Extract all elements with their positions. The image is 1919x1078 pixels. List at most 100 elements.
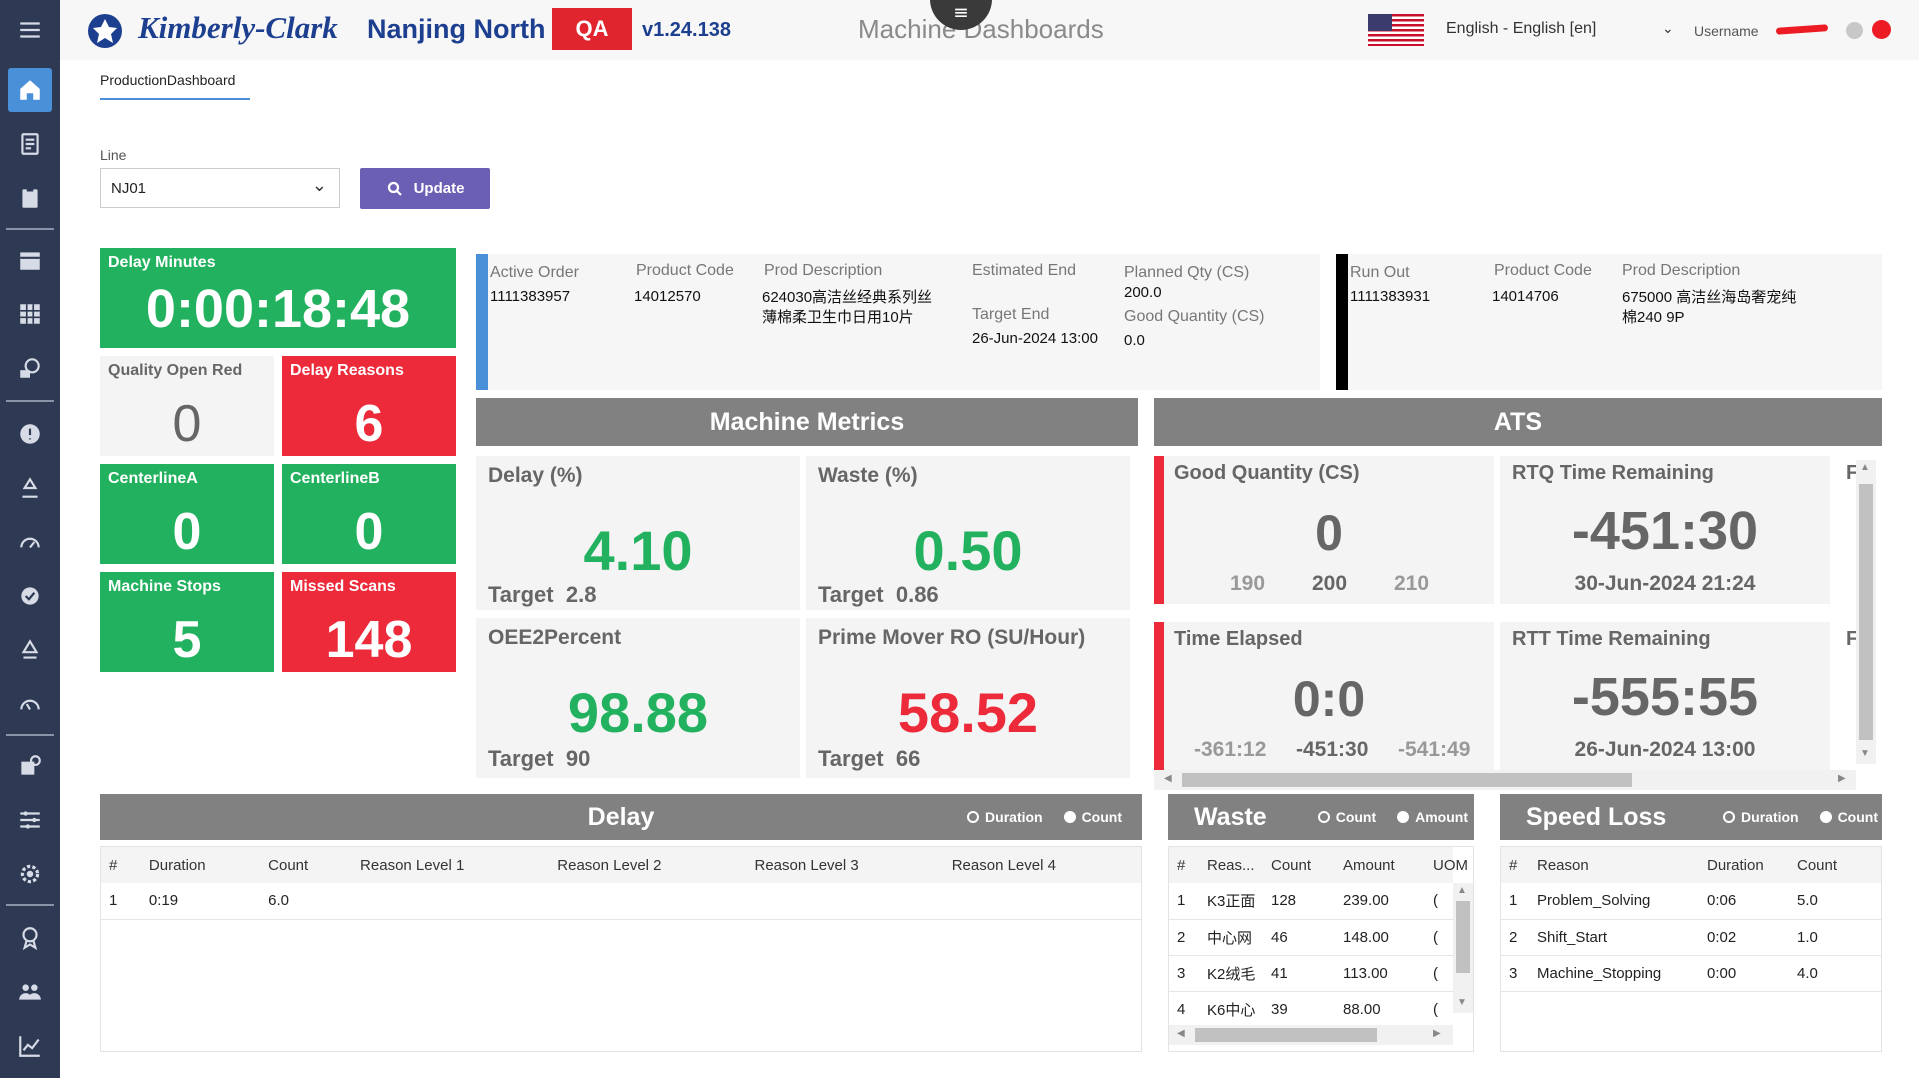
radio-duration[interactable] [967,811,980,823]
delay_table-column-header[interactable]: Reason Level 1 [352,847,550,883]
speed-gauge-icon[interactable] [8,682,52,726]
calendar-icon[interactable] [8,238,52,282]
delay_table-column-header[interactable]: Reason Level 3 [746,847,944,883]
chevron-down-icon[interactable]: ⌄ [1662,20,1674,37]
status-indicator-red[interactable] [1872,20,1891,39]
metric-title: OEE2Percent [488,626,622,649]
table-row[interactable]: 1 Problem_Solving 0:06 5.0 [1501,883,1881,920]
scroll-left-icon[interactable]: ◀ [1164,773,1172,784]
table-row[interactable]: 4 K6中心 39 88.00( [1169,991,1453,1028]
sidebar [0,0,60,1078]
table-cell: ( [1425,919,1453,956]
gear-icon[interactable] [8,852,52,896]
speed_loss_table-column-header[interactable]: Reason [1529,847,1699,883]
language-select[interactable]: English - English [en] [1446,20,1596,38]
table-cell: 88.00 [1335,991,1425,1028]
delay_table-column-header[interactable]: Reason Level 4 [943,847,1141,883]
clipboard-icon[interactable] [8,176,52,220]
tile-missed-scans[interactable]: Missed Scans 148 [282,572,456,672]
scrollbar-thumb[interactable] [1456,901,1470,973]
alert-icon[interactable] [8,412,52,456]
scroll-right-icon[interactable]: ▶ [1433,1028,1441,1039]
grid-icon[interactable] [8,292,52,336]
waste_table-column-header[interactable]: UOM [1425,847,1468,883]
waste-icon[interactable] [8,628,52,672]
hamburger-menu-icon[interactable] [8,8,52,52]
speed_loss_table-column-header[interactable]: Count [1789,847,1881,883]
tile-value: 0 [172,395,202,453]
table-cell [549,883,747,920]
waste-vertical-scrollbar[interactable]: ▲ ▼ [1453,883,1473,1013]
scroll-down-icon[interactable]: ▼ [1860,748,1870,759]
delay_table-column-header[interactable]: Count [260,847,353,883]
speed_loss_table-column-header[interactable]: Duration [1699,847,1789,883]
ats-card-high: 210 [1394,572,1430,595]
table-cell: 1 [101,883,141,920]
tile-centerline-a[interactable]: CenterlineA 0 [100,464,274,564]
machine-settings-icon[interactable] [8,744,52,788]
document-edit-icon[interactable] [8,122,52,166]
line-label: Line [100,147,127,163]
waste_table-column-header[interactable]: Amount [1335,847,1425,883]
chart-icon[interactable] [8,1024,52,1068]
radio-amount[interactable] [1397,811,1410,823]
tile-centerline-b[interactable]: CenterlineB 0 [282,464,456,564]
speed_loss_table-column-header[interactable]: # [1501,847,1529,883]
active-order-indicator [476,254,488,390]
scrollbar-thumb[interactable] [1859,484,1873,740]
award-icon[interactable] [8,916,52,960]
radio-count[interactable] [1819,811,1832,823]
delay_table-column-header[interactable]: # [101,847,141,883]
tile-delay-minutes[interactable]: Delay Minutes 0:00:18:48 [100,248,456,348]
radio-count[interactable] [1063,811,1076,823]
recycle-icon[interactable] [8,466,52,510]
sliders-icon[interactable] [8,798,52,842]
table-row[interactable]: 3 Machine_Stopping 0:00 4.0 [1501,955,1881,992]
gauge-icon[interactable] [8,520,52,564]
waste_table-column-header[interactable]: Reas... [1199,847,1263,883]
delay_table-column-header[interactable]: Reason Level 2 [549,847,747,883]
target-label: Target [488,582,554,607]
scrollbar-thumb[interactable] [1182,773,1632,787]
scroll-down-icon[interactable]: ▼ [1457,997,1467,1008]
table-row[interactable]: 2 中心网 46 148.00( [1169,919,1453,956]
machine-search-icon[interactable] [8,346,52,390]
table-cell: 2 [1169,919,1199,956]
tile-machine-stops[interactable]: Machine Stops 5 [100,572,274,672]
ats-card-value: -451:30 [1571,501,1759,561]
radio-count[interactable] [1317,811,1330,823]
table-row[interactable]: 2 Shift_Start 0:02 1.0 [1501,919,1881,956]
table-row[interactable]: 1 0:19 6.0 [101,883,1141,920]
scroll-right-icon[interactable]: ▶ [1838,773,1846,784]
ats-time-elapsed: Time Elapsed 0:0 -361:12 -451:30 -541:49 [1154,622,1494,770]
scrollbar-thumb[interactable] [1195,1028,1377,1042]
tab-production-dashboard[interactable]: ProductionDashboard [100,72,235,88]
product-code-label: Product Code [636,262,734,279]
ats-card-title: Time Elapsed [1174,628,1303,650]
table-row[interactable]: 1 K3正面 128 239.00( [1169,883,1453,920]
tile-delay-reasons[interactable]: Delay Reasons 6 [282,356,456,456]
table-cell: 4 [1169,991,1199,1028]
ats-vertical-scrollbar[interactable]: ▲ ▼ [1856,460,1876,764]
quality-icon[interactable] [8,574,52,618]
waste-horizontal-scrollbar[interactable]: ◀ ▶ [1169,1025,1453,1045]
sidebar-divider [6,904,54,906]
scroll-up-icon[interactable]: ▲ [1457,885,1467,896]
radio-duration[interactable] [1723,811,1736,823]
prod-description-line2: 棉240 9P [1622,309,1685,326]
ats-horizontal-scrollbar[interactable]: ◀ ▶ [1154,770,1856,790]
home-icon[interactable] [8,68,52,112]
scroll-left-icon[interactable]: ◀ [1177,1028,1185,1039]
table-cell: K3正面 [1199,883,1263,920]
line-select[interactable]: NJ01 ⌄ [100,168,340,208]
waste_table-column-header[interactable]: Count [1263,847,1335,883]
delay_table-column-header[interactable]: Duration [140,847,261,883]
table-row[interactable]: 3 K2绒毛 41 113.00( [1169,955,1453,992]
waste_table-column-header[interactable]: # [1169,847,1199,883]
metric-value: 4.10 [583,519,693,582]
tile-quality-open-red[interactable]: Quality Open Red 0 [100,356,274,456]
update-button[interactable]: Update [360,168,490,209]
metric-title: Prime Mover RO (SU/Hour) [818,626,1086,649]
scroll-up-icon[interactable]: ▲ [1860,462,1870,473]
users-icon[interactable] [8,970,52,1014]
